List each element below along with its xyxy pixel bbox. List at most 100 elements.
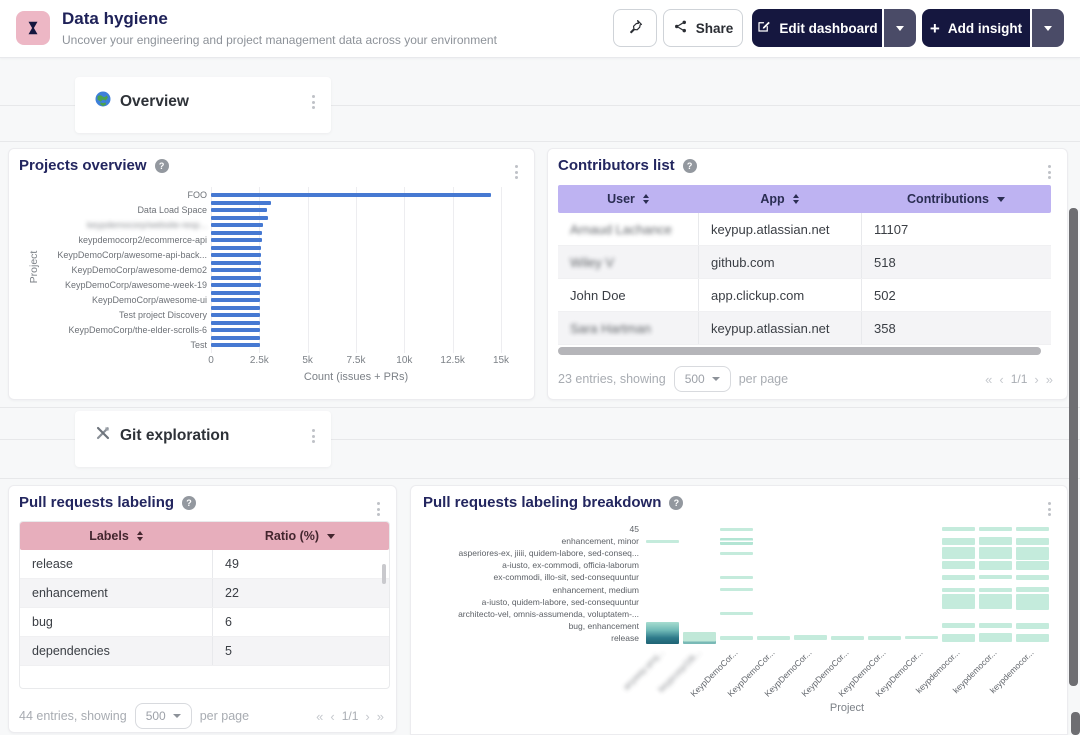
- horizontal-scrollbar[interactable]: [558, 347, 1041, 355]
- table-row[interactable]: enhancement22: [20, 579, 389, 608]
- gridline: [453, 187, 454, 353]
- prev-page-button[interactable]: ‹: [330, 709, 334, 724]
- heatmap-cell: [720, 528, 753, 531]
- bar: [211, 343, 260, 347]
- next-page-button[interactable]: ›: [1034, 372, 1038, 387]
- ratio-cell: 49: [212, 550, 388, 578]
- contributions-cell: 518: [861, 246, 1051, 278]
- pin-button[interactable]: [613, 9, 657, 47]
- table-row[interactable]: dependencies5: [20, 637, 389, 666]
- bar: [211, 216, 268, 220]
- column-header-app[interactable]: App: [698, 192, 861, 206]
- column-header-ratio[interactable]: Ratio (%): [212, 529, 388, 543]
- heatmap-cell: [979, 623, 1012, 628]
- heatmap-cell: [979, 633, 1012, 642]
- add-insight-label: Add insight: [948, 21, 1022, 36]
- contributors-table-body: Arnaud Lachancekeypup.atlassian.net11107…: [558, 213, 1051, 345]
- page-size-value: 500: [146, 709, 166, 723]
- heatmap-row-label: 45: [419, 524, 639, 534]
- per-page-label: per page: [200, 709, 249, 723]
- page-vertical-scrollbar[interactable]: [1069, 208, 1078, 686]
- sort-icon[interactable]: [643, 194, 649, 204]
- column-header-user[interactable]: User: [558, 192, 698, 206]
- page-title: Data hygiene: [62, 9, 168, 29]
- vertical-scrollbar[interactable]: [382, 564, 386, 584]
- table-row[interactable]: Sara Hartmankeypup.atlassian.net358: [558, 312, 1051, 345]
- chevron-down-icon: [712, 377, 720, 381]
- bar: [211, 306, 260, 310]
- label-cell: release: [20, 550, 212, 578]
- last-page-button[interactable]: »: [377, 709, 384, 724]
- sort-icon[interactable]: [793, 194, 799, 204]
- dashboard-page: Data hygiene Uncover your engineering an…: [0, 0, 1080, 735]
- page-size-select[interactable]: 500: [674, 366, 731, 392]
- section-git-label: Git exploration: [120, 427, 229, 445]
- x-tick-label: 15k: [481, 355, 521, 366]
- column-header-contributions[interactable]: Contributions: [861, 192, 1051, 206]
- add-insight-menu-button[interactable]: [1032, 9, 1064, 47]
- section-overview-menu-button[interactable]: [308, 91, 319, 113]
- column-header-labels[interactable]: Labels: [20, 529, 212, 543]
- heatmap-cell: [1016, 538, 1049, 545]
- heatmap-row-label: a-iusto, ex-commodi, officia-laborum: [419, 560, 639, 570]
- pagination: « ‹ 1/1 › »: [316, 700, 384, 732]
- heatmap-cell: [942, 623, 975, 628]
- heatmap-row-label: release: [419, 633, 639, 643]
- x-tick-label: 0: [191, 355, 231, 366]
- page-size-select[interactable]: 500: [135, 703, 192, 729]
- entries-count: 44 entries, showing: [19, 709, 127, 723]
- heatmap-cell: [942, 538, 975, 545]
- heatmap-cell: [905, 636, 938, 639]
- projects-bar-chart: Project Count (issues + PRs) 02.5k5k7.5k…: [9, 149, 534, 399]
- gridline: [356, 187, 357, 353]
- table-row[interactable]: bug6: [20, 608, 389, 637]
- pagination: « ‹ 1/1 › »: [985, 363, 1053, 395]
- bar: [211, 253, 261, 257]
- sort-desc-icon[interactable]: [997, 197, 1005, 202]
- table-row[interactable]: release49: [20, 550, 389, 579]
- sort-desc-icon[interactable]: [327, 534, 335, 539]
- heatmap-row-label: enhancement, medium: [419, 585, 639, 595]
- help-icon[interactable]: ?: [182, 496, 196, 510]
- first-page-button[interactable]: «: [316, 709, 323, 724]
- share-button[interactable]: Share: [663, 9, 743, 47]
- y-tick-label: KeypDemoCorp/awesome-ui: [37, 295, 207, 305]
- user-cell: Wiley V: [558, 246, 698, 278]
- add-insight-button[interactable]: + Add insight: [922, 9, 1030, 47]
- prev-page-button[interactable]: ‹: [999, 372, 1003, 387]
- heatmap-cell: [646, 622, 679, 644]
- heatmap-cell: [720, 612, 753, 615]
- x-axis-title: Count (issues + PRs): [276, 371, 436, 383]
- bar: [211, 283, 261, 287]
- help-icon[interactable]: ?: [683, 159, 697, 173]
- user-cell: Sara Hartman: [558, 312, 698, 344]
- table-row[interactable]: Wiley Vgithub.com518: [558, 246, 1051, 279]
- heatmap-cell: [942, 527, 975, 531]
- edit-dashboard-button[interactable]: Edit dashboard: [752, 9, 882, 47]
- sort-icon[interactable]: [137, 531, 143, 541]
- contributors-table-header: User App Contributions: [558, 185, 1051, 213]
- edit-dashboard-menu-button[interactable]: [884, 9, 916, 47]
- ratio-cell: 5: [212, 637, 388, 665]
- heatmap-cell: [720, 576, 753, 579]
- bar: [211, 336, 260, 340]
- heatmap-cell: [1016, 575, 1049, 580]
- page-vertical-scrollbar-bottom[interactable]: [1071, 712, 1080, 735]
- table-row[interactable]: John Doeapp.clickup.com502: [558, 279, 1051, 312]
- pr-labeling-menu-button[interactable]: [373, 498, 384, 520]
- x-tick-label: 2.5k: [239, 355, 279, 366]
- section-git-menu-button[interactable]: [308, 425, 319, 447]
- table-row[interactable]: Arnaud Lachancekeypup.atlassian.net11107: [558, 213, 1051, 246]
- contributors-list-menu-button[interactable]: [1044, 161, 1055, 183]
- contributors-table-footer: 23 entries, showing 500 per page: [558, 363, 788, 395]
- gridline: [308, 187, 309, 353]
- user-cell: John Doe: [558, 279, 698, 311]
- first-page-button[interactable]: «: [985, 372, 992, 387]
- heatmap-cell: [794, 635, 827, 640]
- divider: [0, 105, 75, 106]
- share-icon: [673, 19, 688, 37]
- bar: [211, 261, 261, 265]
- next-page-button[interactable]: ›: [365, 709, 369, 724]
- divider: [331, 105, 1080, 106]
- last-page-button[interactable]: »: [1046, 372, 1053, 387]
